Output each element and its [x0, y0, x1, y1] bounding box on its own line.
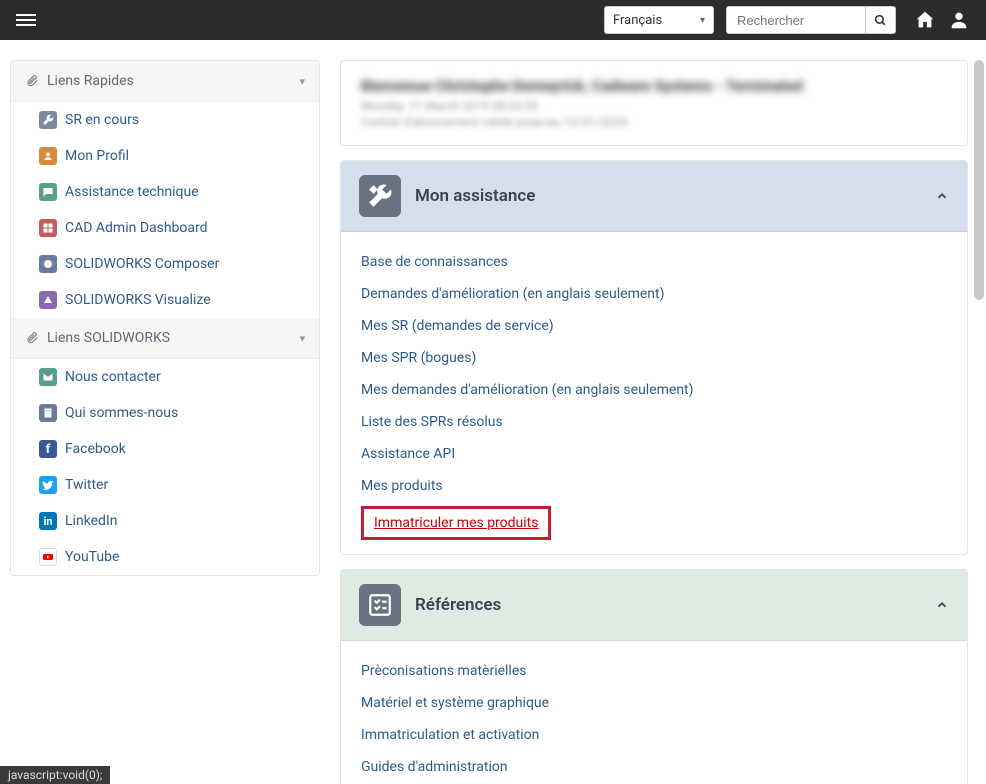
item-label: Nous contacter [65, 369, 161, 385]
caret-down-icon: ▾ [299, 75, 305, 88]
link-guides-administration[interactable]: Guides d'administration [361, 751, 947, 783]
item-label: Twitter [65, 477, 108, 493]
search-button[interactable] [866, 6, 896, 34]
link-mes-produits[interactable]: Mes produits [361, 470, 947, 502]
item-label: YouTube [65, 549, 119, 565]
panel-header-assistance[interactable]: Mon assistance [341, 161, 967, 232]
item-label: SOLIDWORKS Visualize [65, 292, 211, 308]
sidebar-item-visualize[interactable]: SOLIDWORKS Visualize [11, 282, 319, 318]
profile-icon [39, 147, 57, 165]
sidebar: Liens Rapides ▾ SR en cours Mon Profil A… [0, 60, 330, 764]
home-button[interactable] [914, 9, 936, 31]
search-wrap [726, 6, 896, 34]
link-base-connaissances[interactable]: Base de connaissances [361, 246, 947, 278]
sidebar-section-liens-rapides[interactable]: Liens Rapides ▾ [11, 61, 319, 102]
checklist-icon [359, 584, 401, 626]
link-mes-demandes[interactable]: Mes demandes d'amélioration (en anglais … [361, 374, 947, 406]
linkedin-icon: in [39, 512, 57, 530]
topbar: Français [0, 0, 986, 40]
youtube-icon [39, 548, 57, 566]
search-input[interactable] [726, 6, 866, 34]
scrollbar[interactable] [974, 60, 984, 300]
building-icon [39, 404, 57, 422]
chevron-up-icon [935, 598, 949, 612]
link-mes-spr[interactable]: Mes SPR (bogues) [361, 342, 947, 374]
section-title: Liens SOLIDWORKS [47, 330, 299, 346]
link-mes-sr[interactable]: Mes SR (demandes de service) [361, 310, 947, 342]
wrench-icon [39, 111, 57, 129]
chat-icon [39, 183, 57, 201]
banner-line3: Contrat d'abonnement valide jusqu'au 12/… [361, 115, 947, 129]
link-materiel-graphique[interactable]: Matériel et système graphique [361, 687, 947, 719]
link-immatriculation-activation[interactable]: Immatriculation et activation [361, 719, 947, 751]
caret-down-icon: ▾ [299, 332, 305, 345]
dashboard-icon [39, 219, 57, 237]
user-icon [948, 9, 970, 31]
sidebar-item-sr-en-cours[interactable]: SR en cours [11, 102, 319, 138]
link-immatriculer-produits[interactable]: Immatriculer mes produits [374, 513, 538, 533]
language-select[interactable]: Français [604, 6, 714, 34]
sidebar-item-mon-profil[interactable]: Mon Profil [11, 138, 319, 174]
sidebar-item-composer[interactable]: SOLIDWORKS Composer [11, 246, 319, 282]
sidebar-item-cad-admin[interactable]: CAD Admin Dashboard [11, 210, 319, 246]
link-demandes-amelioration[interactable]: Demandes d'amélioration (en anglais seul… [361, 278, 947, 310]
status-bar: javascript:void(0); [0, 766, 110, 784]
facebook-icon: f [39, 440, 57, 458]
section-title: Liens Rapides [47, 73, 299, 89]
paperclip-icon [25, 74, 39, 88]
banner-line2: Monday, 11 March 2019 08:25:55 [361, 99, 947, 113]
sidebar-item-youtube[interactable]: YouTube [11, 539, 319, 575]
item-label: LinkedIn [65, 513, 118, 529]
sidebar-item-facebook[interactable]: f Facebook [11, 431, 319, 467]
user-button[interactable] [948, 9, 970, 31]
sidebar-item-twitter[interactable]: Twitter [11, 467, 319, 503]
panel-title: Mon assistance [415, 186, 935, 206]
welcome-banner: Bienvenue Christophe Demeyrick, Cadware … [340, 60, 968, 146]
highlight-box: Immatriculer mes produits [361, 506, 551, 540]
item-label: Mon Profil [65, 148, 129, 164]
link-preconisations[interactable]: Prèconisations matèrielles [361, 655, 947, 687]
sidebar-item-qui-sommes-nous[interactable]: Qui sommes-nous [11, 395, 319, 431]
panel-title: Références [415, 595, 935, 615]
link-assistance-api[interactable]: Assistance API [361, 438, 947, 470]
menu-toggle[interactable] [10, 5, 42, 35]
visualize-icon [39, 291, 57, 309]
sidebar-item-nous-contacter[interactable]: Nous contacter [11, 359, 319, 395]
search-icon [874, 14, 887, 27]
banner-line1: Bienvenue Christophe Demeyrick, Cadware … [361, 77, 947, 95]
main-content: Bienvenue Christophe Demeyrick, Cadware … [330, 60, 986, 784]
item-label: Qui sommes-nous [65, 405, 178, 421]
chevron-up-icon [935, 189, 949, 203]
item-label: SR en cours [65, 112, 139, 128]
sidebar-item-assistance-technique[interactable]: Assistance technique [11, 174, 319, 210]
item-label: SOLIDWORKS Composer [65, 256, 219, 272]
panel-header-references[interactable]: Références [341, 570, 967, 641]
item-label: CAD Admin Dashboard [65, 220, 208, 236]
sidebar-section-liens-solidworks[interactable]: Liens SOLIDWORKS ▾ [11, 318, 319, 359]
link-liste-sprs[interactable]: Liste des SPRs résolus [361, 406, 947, 438]
home-icon [914, 9, 936, 31]
panel-mon-assistance: Mon assistance Base de connaissances Dem… [340, 160, 968, 555]
panel-references: Références Prèconisations matèrielles Ma… [340, 569, 968, 784]
paperclip-icon [25, 331, 39, 345]
item-label: Assistance technique [65, 184, 199, 200]
language-value: Français [613, 13, 662, 28]
item-label: Facebook [65, 441, 126, 457]
composer-icon [39, 255, 57, 273]
sidebar-item-linkedin[interactable]: in LinkedIn [11, 503, 319, 539]
tools-icon [359, 175, 401, 217]
twitter-icon [39, 476, 57, 494]
contact-icon [39, 368, 57, 386]
